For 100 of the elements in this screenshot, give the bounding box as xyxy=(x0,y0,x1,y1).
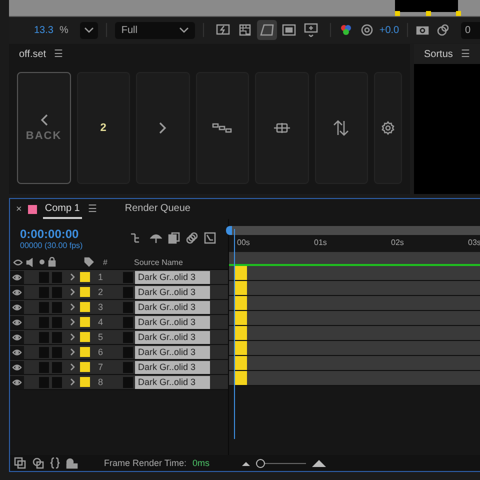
mask-shape-icon[interactable] xyxy=(260,24,274,36)
snapshot-icon[interactable] xyxy=(437,24,450,36)
eye-icon[interactable] xyxy=(12,318,22,326)
label-color[interactable] xyxy=(80,362,90,372)
zoom-dropdown[interactable] xyxy=(80,22,98,38)
switch-box[interactable] xyxy=(52,346,62,358)
chain-icon xyxy=(212,123,232,133)
frame-info: 00000 (30.00 fps) xyxy=(20,240,83,250)
layer-name[interactable]: Dark Gr..olid 3 xyxy=(135,270,210,284)
switch-box[interactable] xyxy=(39,286,49,298)
braces-icon[interactable] xyxy=(50,457,60,469)
column-header[interactable]: # xyxy=(103,258,131,266)
layer-name[interactable]: Dark Gr..olid 3 xyxy=(135,376,210,388)
layer-number: 8 xyxy=(98,377,104,387)
eye-icon[interactable] xyxy=(12,348,22,356)
close-icon[interactable]: × xyxy=(16,204,22,214)
chevron-down-icon[interactable] xyxy=(84,27,94,33)
offset-button[interactable] xyxy=(374,72,402,184)
switch-box[interactable] xyxy=(52,286,62,298)
tag-icon[interactable] xyxy=(84,257,94,267)
work-area-bar[interactable] xyxy=(229,252,480,266)
label-color[interactable] xyxy=(80,302,90,312)
zoom-in-icon[interactable] xyxy=(312,460,326,466)
switch-box[interactable] xyxy=(39,376,49,388)
chevron-down-icon[interactable] xyxy=(179,27,190,33)
motion-blur-icon[interactable] xyxy=(186,232,198,244)
swap-arrows-icon xyxy=(333,120,350,136)
frame-blend-icon[interactable] xyxy=(168,232,180,244)
layer-name[interactable]: Dark Gr..olid 3 xyxy=(135,346,210,358)
label-color[interactable] xyxy=(80,317,90,327)
input-field[interactable]: 0 xyxy=(461,22,480,38)
time-label: 00s xyxy=(237,238,250,247)
region-icon[interactable] xyxy=(282,24,296,36)
fast-preview-icon[interactable] xyxy=(216,24,230,36)
layer-number: 7 xyxy=(98,362,104,372)
back-label: BACK xyxy=(26,130,62,142)
panel-title: Sortus xyxy=(424,48,453,60)
switch-box[interactable] xyxy=(39,332,49,342)
switch-box[interactable] xyxy=(52,332,62,342)
layer-name[interactable]: Dark Gr..olid 3 xyxy=(135,330,210,344)
eye-icon[interactable] xyxy=(12,304,22,310)
eye-icon[interactable] xyxy=(12,378,22,386)
status-label: Frame Render Time: xyxy=(104,458,187,468)
label-color[interactable] xyxy=(80,377,90,387)
shy-icon[interactable] xyxy=(150,232,162,244)
layer-name[interactable]: Dark Gr..olid 3 xyxy=(135,316,210,328)
label-color[interactable] xyxy=(80,332,90,342)
toggle-switch-icon[interactable] xyxy=(66,457,78,469)
switch-box[interactable] xyxy=(39,316,49,328)
render-icon[interactable] xyxy=(14,457,26,469)
switch-box[interactable] xyxy=(39,346,49,358)
column-header[interactable]: Source Name xyxy=(134,258,183,266)
panel-tab[interactable]: Comp 1 xyxy=(42,200,82,218)
label-color[interactable] xyxy=(80,347,90,357)
percent-label: % xyxy=(59,24,68,36)
camera-icon[interactable] xyxy=(416,25,430,35)
align-center-icon xyxy=(272,122,291,134)
panel-title: off.set xyxy=(19,48,46,60)
layer-number: 1 xyxy=(98,272,104,282)
time-label: 01s xyxy=(314,238,327,247)
zoom-slider[interactable] xyxy=(256,458,306,468)
eye-icon[interactable] xyxy=(13,258,23,266)
chevron-right-icon xyxy=(158,122,167,134)
label-color[interactable] xyxy=(80,287,90,297)
layer-name[interactable]: Dark Gr..olid 3 xyxy=(135,300,210,314)
switch-box[interactable] xyxy=(52,272,62,282)
switch-box[interactable] xyxy=(52,362,62,372)
eye-icon[interactable] xyxy=(12,274,22,280)
switch-box[interactable] xyxy=(52,376,62,388)
panel-tab[interactable]: Render Queue xyxy=(122,200,192,218)
solo-dot-icon[interactable] xyxy=(39,259,45,265)
zoom-out-icon[interactable] xyxy=(242,460,250,466)
aperture-icon[interactable] xyxy=(361,24,374,36)
switch-box[interactable] xyxy=(39,302,49,312)
exposure-value[interactable]: +0.0 xyxy=(379,24,400,36)
layer-number: 5 xyxy=(98,332,104,342)
render-time: 0ms xyxy=(192,458,210,468)
time-label: 02s xyxy=(391,238,404,247)
layer-number: 2 xyxy=(98,287,104,297)
offset-button[interactable]: 2 xyxy=(76,72,130,184)
eye-icon[interactable] xyxy=(12,364,22,370)
switch-box[interactable] xyxy=(52,316,62,328)
lock-icon[interactable] xyxy=(48,257,56,267)
eye-icon[interactable] xyxy=(12,334,22,340)
switch-box[interactable] xyxy=(39,272,49,282)
switch-box[interactable] xyxy=(52,302,62,312)
eye-icon[interactable] xyxy=(12,288,22,296)
overlap-icon[interactable] xyxy=(32,457,44,469)
layer-name[interactable]: Dark Gr..olid 3 xyxy=(135,286,210,298)
label-color[interactable] xyxy=(80,272,90,282)
layer-number: 6 xyxy=(98,347,104,357)
resolution-dropdown[interactable]: Full xyxy=(115,22,196,38)
checkerboard-icon[interactable] xyxy=(239,24,252,36)
graph-editor-icon[interactable] xyxy=(204,232,216,244)
switch-box[interactable] xyxy=(39,362,49,372)
timecode[interactable]: 0:00:00:00 xyxy=(20,226,83,240)
layer-name[interactable]: Dark Gr..olid 3 xyxy=(135,360,210,374)
rgb-channels-icon[interactable] xyxy=(339,23,354,37)
zoom-value[interactable]: 13.3 xyxy=(34,24,54,36)
view-toggle-button[interactable] xyxy=(257,20,278,40)
